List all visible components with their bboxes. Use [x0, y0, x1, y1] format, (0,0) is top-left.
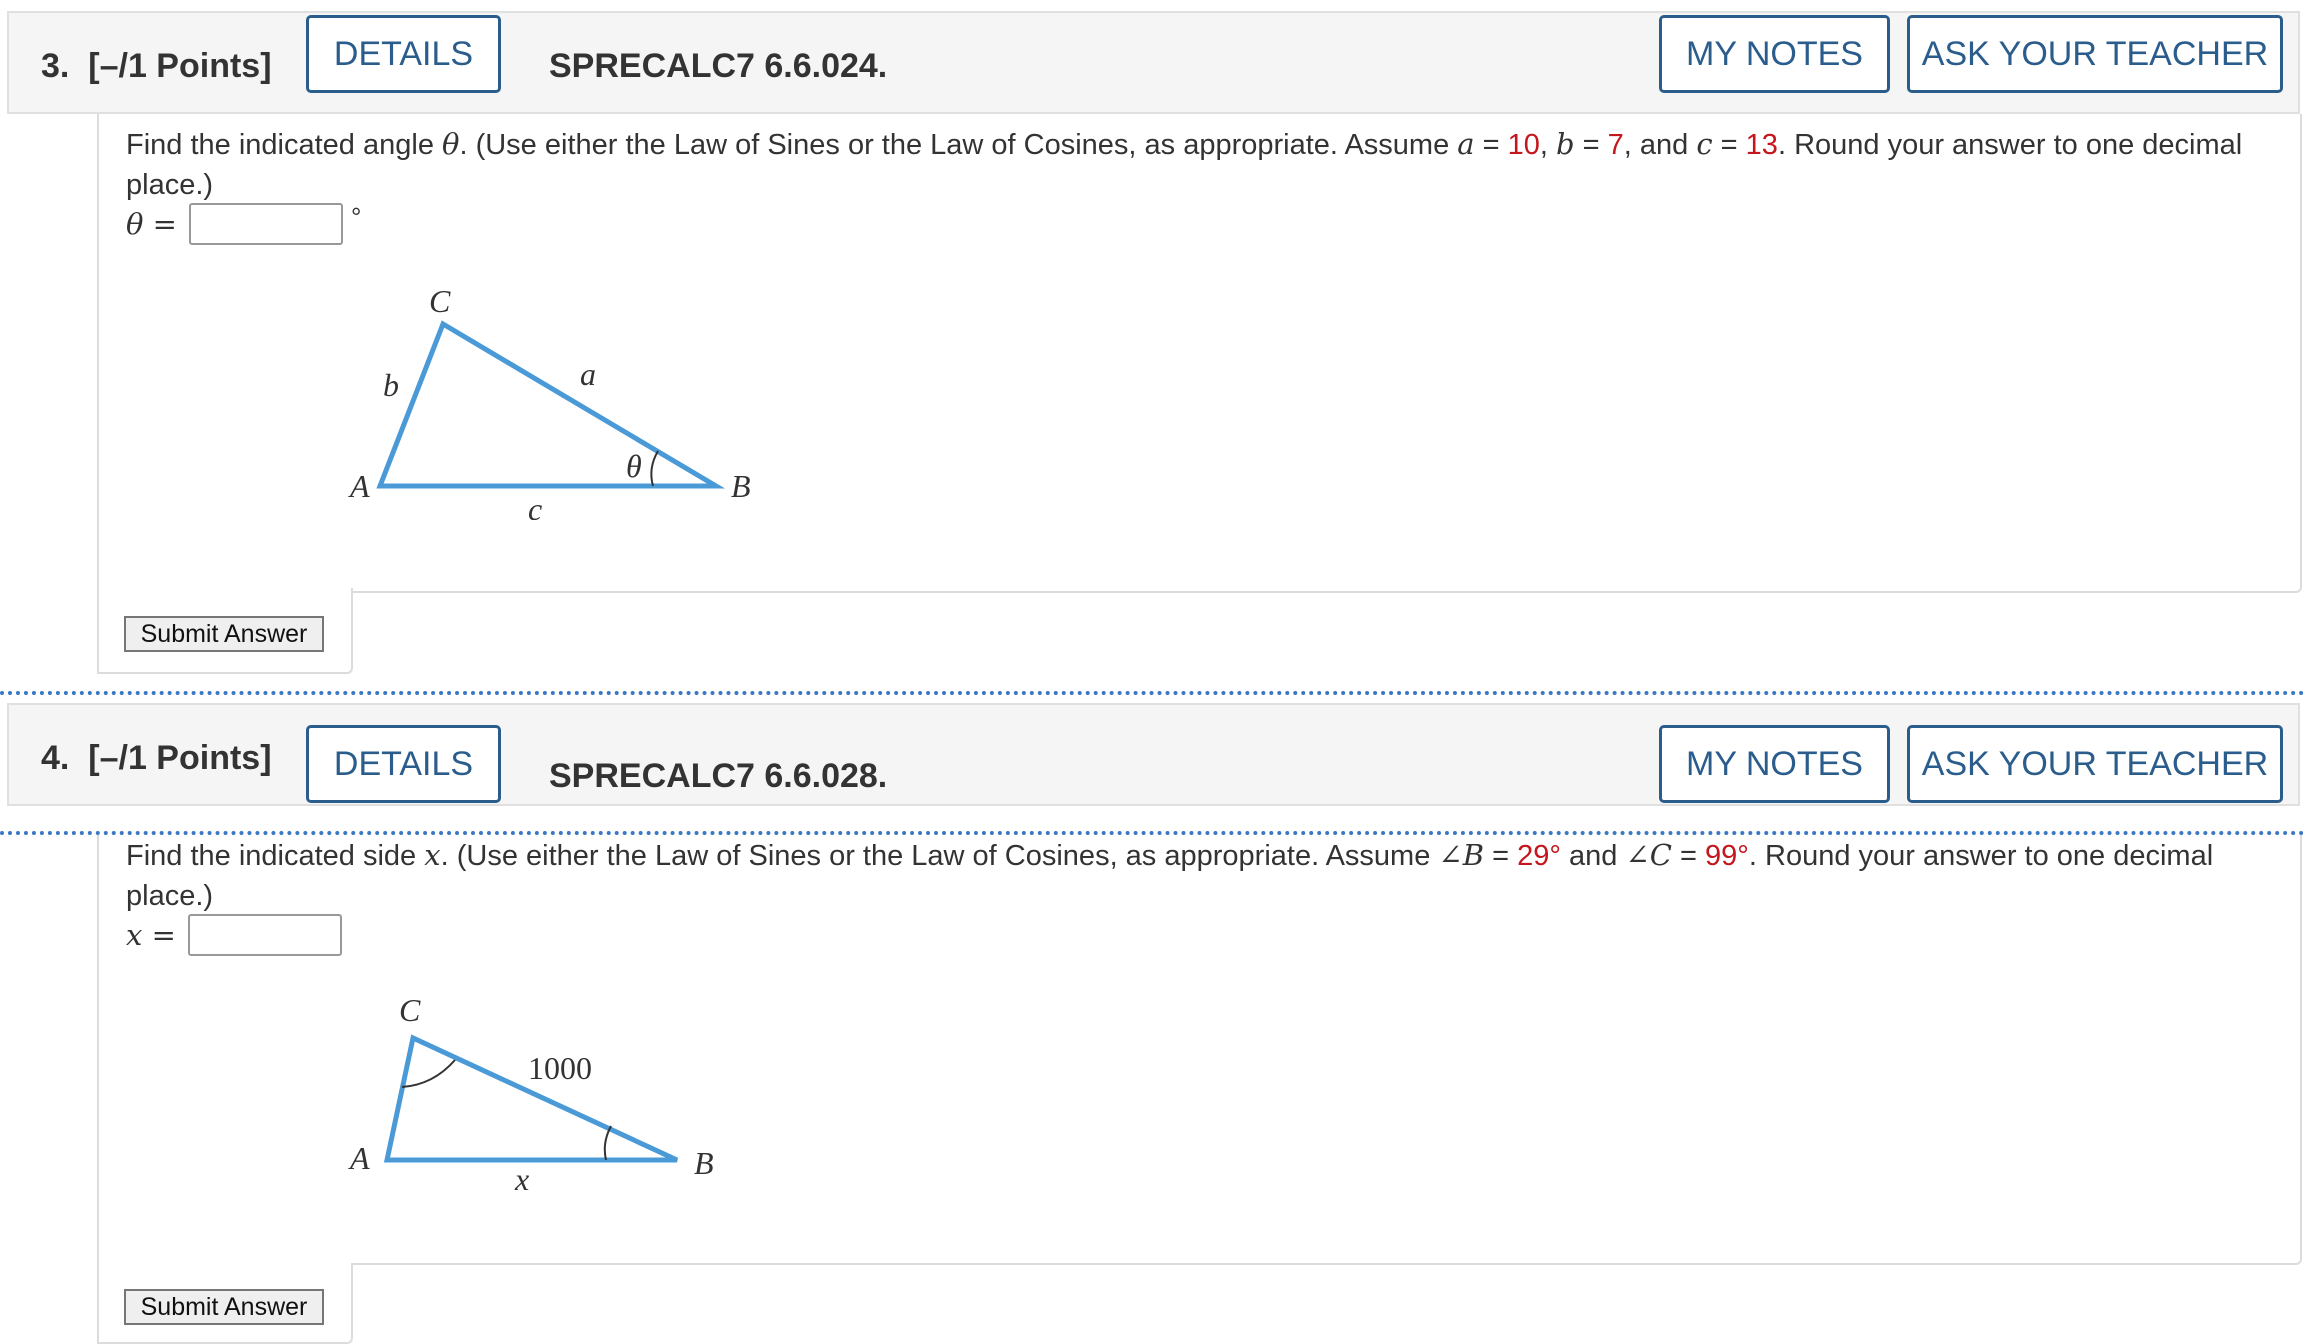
angle-arc: [650, 450, 659, 487]
submit-answer-button[interactable]: Submit Answer: [124, 616, 324, 652]
answer-label: x =: [126, 918, 176, 952]
triangle-figure-3: C A B a b c θ: [348, 283, 750, 520]
triangle-figure-4: C A B 1000 x: [348, 992, 714, 1197]
side-length-label: 1000: [528, 1050, 592, 1086]
question-3-header: 3. [–/1 Points] DETAILS SPRECALC7 6.6.02…: [7, 11, 2300, 114]
vertex-c-label: C: [399, 992, 421, 1028]
side-a-label: a: [580, 356, 596, 392]
theta-label: θ: [626, 448, 642, 484]
answer-row: θ = °: [126, 201, 362, 245]
details-button[interactable]: DETAILS: [306, 15, 501, 93]
question-3-text: Find the indicated angle θ. (Use either …: [126, 127, 2243, 201]
vertex-a-label: A: [348, 468, 370, 504]
vertex-b-label: B: [694, 1145, 714, 1181]
question-4-text: Find the indicated side x. (Use either t…: [126, 838, 2214, 912]
problem-code: SPRECALC7 6.6.028.: [549, 757, 888, 795]
triangle: [376, 320, 726, 489]
my-notes-button[interactable]: MY NOTES: [1659, 725, 1890, 803]
x-answer-input[interactable]: [187, 914, 342, 956]
vertex-c-label: C: [429, 283, 451, 319]
my-notes-button[interactable]: MY NOTES: [1659, 15, 1890, 93]
side-b-label: b: [383, 367, 399, 403]
problem-code: SPRECALC7 6.6.024.: [549, 47, 888, 85]
side-c-label: c: [528, 491, 542, 520]
theta-answer-input[interactable]: [188, 203, 343, 245]
question-number: 3. [–/1 Points]: [41, 47, 272, 85]
side-x-label: x: [514, 1161, 529, 1197]
ask-teacher-button[interactable]: ASK YOUR TEACHER: [1907, 15, 2283, 93]
answer-row: x =: [126, 914, 342, 956]
answer-label: θ =: [126, 207, 177, 241]
submit-answer-button[interactable]: Submit Answer: [124, 1289, 324, 1325]
vertex-b-label: B: [731, 468, 750, 504]
question-separator: [0, 691, 2306, 695]
question-number: 4. [–/1 Points]: [41, 739, 272, 777]
question-4-header: 4. [–/1 Points] DETAILS SPRECALC7 6.6.02…: [7, 703, 2300, 806]
degree-unit: °: [350, 201, 362, 232]
vertex-a-label: A: [348, 1140, 370, 1176]
ask-teacher-button[interactable]: ASK YOUR TEACHER: [1907, 725, 2283, 803]
details-button[interactable]: DETAILS: [306, 725, 501, 803]
